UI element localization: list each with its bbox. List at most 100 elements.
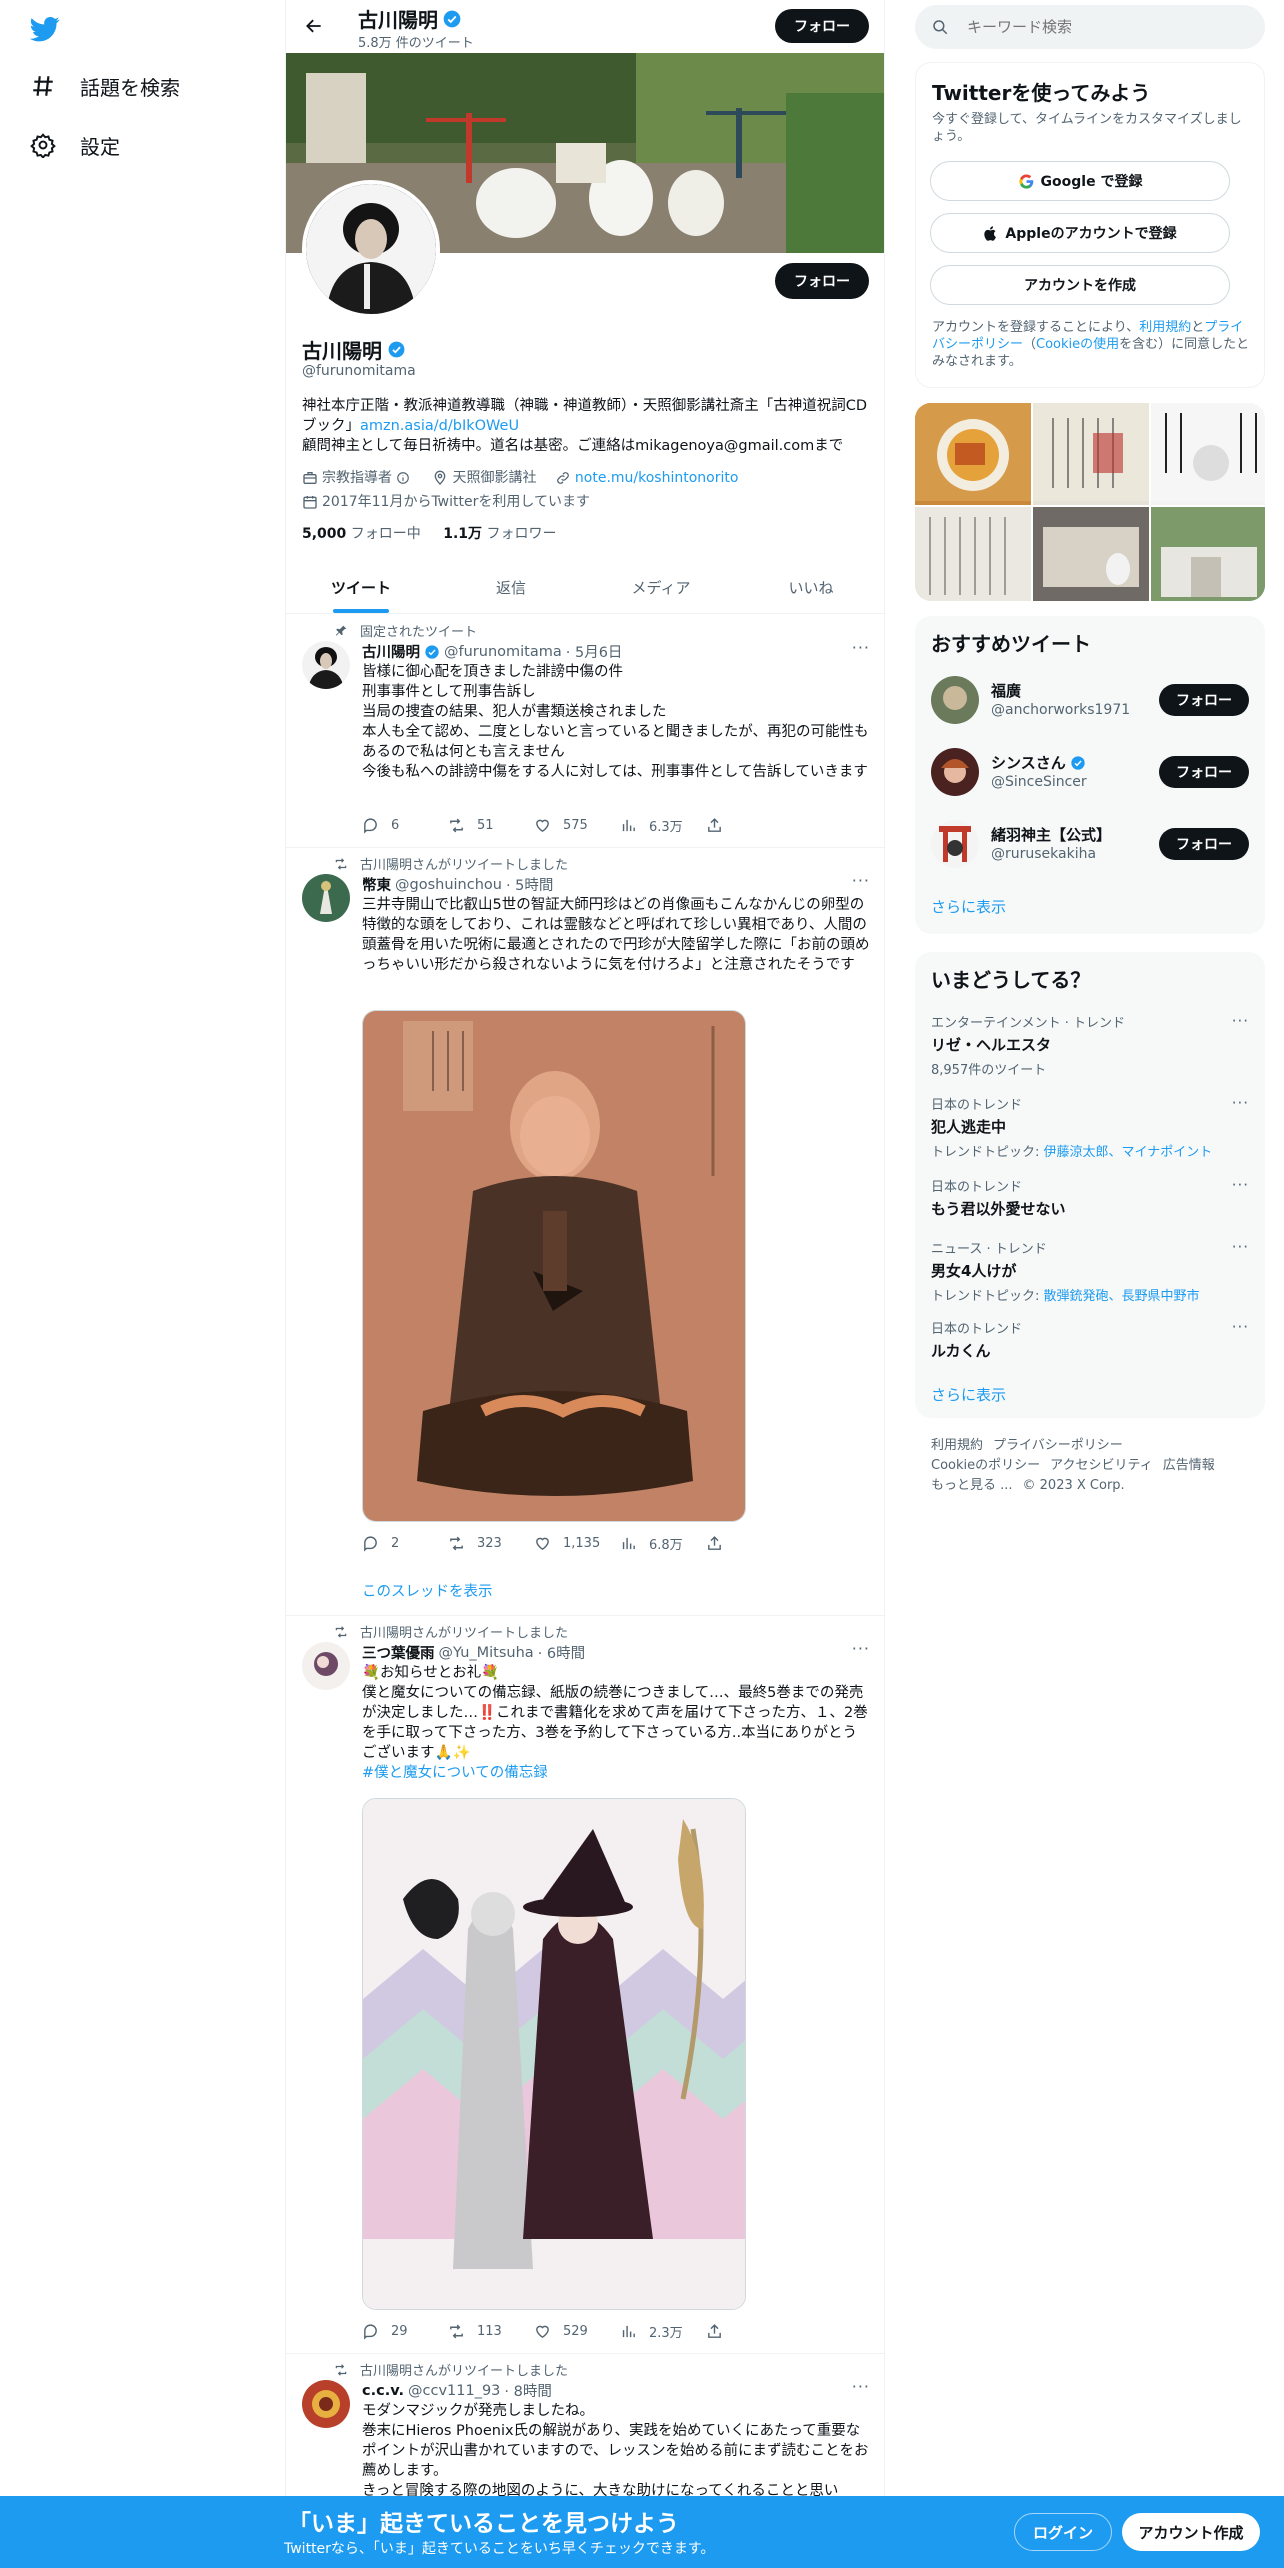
following-stat[interactable]: 5,000 フォロー中: [302, 526, 421, 542]
share-button[interactable]: [706, 1534, 792, 1553]
like-button[interactable]: 575: [534, 816, 620, 835]
more-options-icon[interactable]: ···: [852, 871, 870, 890]
tweet-time[interactable]: · 8時間: [504, 2380, 551, 2401]
more-options-icon[interactable]: ···: [1232, 1176, 1249, 1194]
more-options-icon[interactable]: ···: [852, 2377, 870, 2396]
tweet-author-handle[interactable]: @Yu_Mitsuha: [439, 1645, 534, 1661]
media-thumbnail[interactable]: [1151, 507, 1265, 601]
tab-media[interactable]: メディア: [586, 561, 736, 613]
trend-topic-links[interactable]: 散弾銃発砲、長野県中野市: [1044, 1289, 1200, 1304]
tweet-hashtag[interactable]: #僕と魔女についての備忘録: [362, 1765, 548, 1781]
views-button[interactable]: 2.3万: [620, 2322, 706, 2341]
tweet[interactable]: 固定されたツイート 古川陽明 @furunomitama · 5月6日 ··· …: [286, 614, 884, 848]
recommended-user[interactable]: 福廣 @anchorworks1971 フォロー: [931, 676, 1249, 724]
terms-link[interactable]: 利用規約: [1139, 320, 1191, 335]
trend-item[interactable]: 日本のトレンド 犯人逃走中 トレンドトピック: 伊藤涼太郎、マイナポイント ··…: [931, 1094, 1249, 1160]
nav-explore[interactable]: 話題を検索: [26, 62, 180, 110]
tweet-author-name[interactable]: 幣東: [362, 874, 391, 895]
retweet-button[interactable]: 51: [448, 816, 534, 835]
header-follow-button[interactable]: フォロー: [775, 9, 869, 43]
tweet-author-name[interactable]: 古川陽明: [362, 641, 420, 662]
media-thumbnail[interactable]: [1033, 403, 1149, 505]
tweet-time[interactable]: · 5時間: [506, 874, 553, 895]
tweet-author-handle[interactable]: @furunomitama: [444, 644, 562, 660]
tweet[interactable]: 古川陽明さんがリツイートしました 幣東 @goshuinchou · 5時間 ·…: [286, 848, 884, 1616]
trend-item[interactable]: 日本のトレンド ルカくん ···: [931, 1318, 1249, 1361]
avatar[interactable]: [931, 676, 979, 724]
tab-tweets[interactable]: ツイート: [286, 561, 436, 613]
avatar[interactable]: [302, 874, 350, 922]
tweet-time[interactable]: · 6時間: [538, 1642, 585, 1663]
tweet-image[interactable]: [362, 1798, 746, 2310]
trend-item[interactable]: ニュース · トレンド 男女4人けが トレンドトピック: 散弾銃発砲、長野県中野…: [931, 1238, 1249, 1304]
follow-button[interactable]: フォロー: [1159, 756, 1249, 788]
avatar[interactable]: [302, 1642, 350, 1690]
tweet-author-name[interactable]: 三つ葉優雨: [362, 1642, 435, 1663]
like-button[interactable]: 529: [534, 2322, 620, 2341]
tweet[interactable]: 古川陽明さんがリツイートしました 三つ葉優雨 @Yu_Mitsuha · 6時間…: [286, 1616, 884, 2354]
follow-button[interactable]: フォロー: [1159, 828, 1249, 860]
like-button[interactable]: 1,135: [534, 1534, 620, 1553]
trend-item[interactable]: 日本のトレンド もう君以外愛せない ···: [931, 1176, 1249, 1219]
reply-button[interactable]: 2: [362, 1534, 448, 1553]
tweet-time[interactable]: · 5月6日: [566, 641, 623, 662]
more-options-icon[interactable]: ···: [1232, 1012, 1249, 1030]
footer-privacy-link[interactable]: プライバシーポリシー: [993, 1438, 1123, 1453]
trend-topic-links[interactable]: 伊藤涼太郎、マイナポイント: [1044, 1145, 1213, 1160]
footer-ads-link[interactable]: 広告情報: [1163, 1458, 1215, 1473]
retweet-button[interactable]: 323: [448, 1534, 534, 1553]
more-options-icon[interactable]: ···: [852, 638, 870, 657]
search-input[interactable]: [967, 18, 1247, 36]
tweet-image[interactable]: [362, 1010, 746, 1522]
reply-button[interactable]: 6: [362, 816, 448, 835]
login-button[interactable]: ログイン: [1014, 2513, 1112, 2551]
footer-accessibility-link[interactable]: アクセシビリティ: [1050, 1458, 1153, 1473]
apple-signup-button[interactable]: Appleのアカウントで登録: [930, 213, 1230, 253]
share-button[interactable]: [706, 816, 792, 835]
cookie-link[interactable]: Cookieの使用: [1036, 337, 1119, 352]
more-options-icon[interactable]: ···: [1232, 1094, 1249, 1112]
avatar[interactable]: [302, 2380, 350, 2428]
search-box[interactable]: [915, 5, 1265, 49]
follow-button[interactable]: フォロー: [1159, 684, 1249, 716]
profile-avatar[interactable]: [302, 180, 440, 318]
show-thread-link[interactable]: このスレッドを表示: [362, 1580, 493, 1601]
reply-button[interactable]: 29: [362, 2322, 448, 2341]
media-thumbnail[interactable]: [1151, 403, 1265, 505]
show-more-link[interactable]: さらに表示: [931, 896, 1006, 917]
recommended-user[interactable]: 緒羽神主【公式】 @rurusekakiha フォロー: [931, 820, 1249, 868]
avatar[interactable]: [302, 641, 350, 689]
tweet-author-name[interactable]: c.c.v.: [362, 2383, 404, 2399]
signup-button[interactable]: アカウント作成: [1122, 2513, 1260, 2551]
tab-likes[interactable]: いいね: [736, 561, 884, 613]
create-account-button[interactable]: アカウントを作成: [930, 265, 1230, 305]
profile-follow-button[interactable]: フォロー: [775, 263, 869, 299]
footer-more-link[interactable]: もっと見る ...: [931, 1478, 1013, 1493]
profile-website[interactable]: note.mu/koshintonorito: [555, 468, 739, 488]
info-icon[interactable]: [396, 471, 410, 485]
share-button[interactable]: [706, 2322, 792, 2341]
tweet-author-handle[interactable]: @ccv111_93: [408, 2383, 500, 2399]
media-thumbnail[interactable]: [915, 507, 1031, 601]
followers-stat[interactable]: 1.1万 フォロワー: [443, 526, 556, 542]
tweet-author-handle[interactable]: @goshuinchou: [395, 877, 502, 893]
tab-replies[interactable]: 返信: [436, 561, 586, 613]
views-button[interactable]: 6.8万: [620, 1534, 706, 1553]
retweet-button[interactable]: 113: [448, 2322, 534, 2341]
bio-link[interactable]: amzn.asia/d/bIkOWeU: [360, 418, 519, 434]
footer-terms-link[interactable]: 利用規約: [931, 1438, 983, 1453]
views-button[interactable]: 6.3万: [620, 816, 706, 835]
more-options-icon[interactable]: ···: [1232, 1238, 1249, 1256]
avatar[interactable]: [931, 748, 979, 796]
show-more-link[interactable]: さらに表示: [931, 1384, 1006, 1405]
media-thumbnail[interactable]: [1033, 507, 1149, 601]
profile-website-text[interactable]: note.mu/koshintonorito: [575, 468, 739, 488]
more-options-icon[interactable]: ···: [852, 1639, 870, 1658]
back-arrow-icon[interactable]: [296, 8, 332, 44]
avatar[interactable]: [931, 820, 979, 868]
trend-item[interactable]: エンターテインメント · トレンド リゼ・ヘルエスタ 8,957件のツイート ·…: [931, 1012, 1249, 1078]
twitter-logo-icon[interactable]: [28, 14, 62, 44]
footer-cookie-link[interactable]: Cookieのポリシー: [931, 1458, 1040, 1473]
media-thumbnail[interactable]: [915, 403, 1031, 505]
nav-settings[interactable]: 設定: [26, 121, 120, 169]
